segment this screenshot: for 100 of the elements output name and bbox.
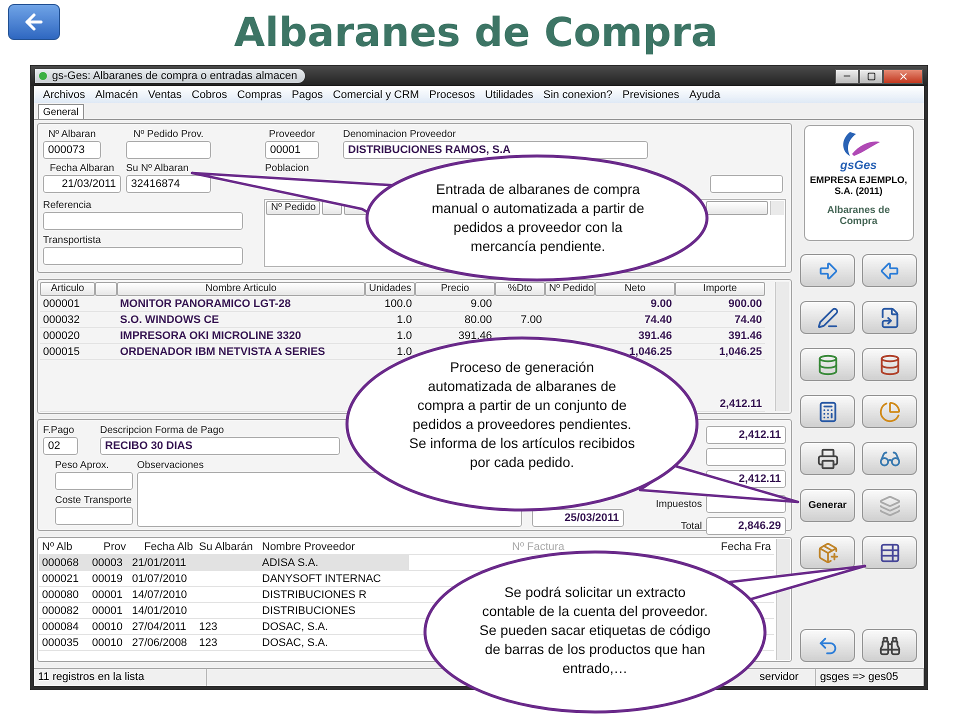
input-field[interactable]: 2,846.29 bbox=[706, 517, 786, 535]
input-field[interactable] bbox=[43, 212, 243, 230]
scrollbar[interactable] bbox=[775, 282, 789, 411]
callout-text: Entrada de albaranes de compra manual o automatizada a partir de pedidos a proveedor con la mercancía pendiente. bbox=[430, 180, 646, 256]
table-row[interactable]: 000001 MONITOR PANORAMICO LGT-28 100.0 9.00 9.00 900.00 bbox=[40, 296, 765, 312]
printer-icon bbox=[816, 448, 838, 470]
table-cell: 00001 bbox=[89, 587, 129, 603]
column-header bbox=[95, 282, 117, 296]
toolbar-button[interactable] bbox=[800, 629, 855, 662]
list-row[interactable]: 000035 00010 27/06/2008 123 DOSAC, S.A. bbox=[39, 635, 409, 651]
column-header: %Dto bbox=[495, 282, 545, 296]
table-cell: 123 bbox=[196, 619, 259, 635]
input-field[interactable]: 21/03/2011 bbox=[43, 175, 121, 193]
input-field[interactable]: DISTRIBUCIONES RAMOS, S.A bbox=[343, 141, 648, 159]
toolbar-button[interactable] bbox=[862, 254, 917, 287]
menu-item[interactable]: Compras bbox=[232, 88, 287, 100]
pen-icon bbox=[816, 306, 838, 328]
menu-item[interactable]: Cobros bbox=[186, 88, 232, 100]
input-field[interactable]: 2,412.11 bbox=[706, 426, 786, 444]
toolbar-button[interactable] bbox=[800, 348, 855, 381]
toolbar-button[interactable] bbox=[800, 442, 855, 475]
table-cell: S.O. WINDOWS CE bbox=[117, 312, 365, 328]
field-label: Transportista bbox=[43, 234, 101, 247]
input-field[interactable]: 25/03/2011 bbox=[532, 509, 624, 527]
menu-item[interactable]: Ayuda bbox=[684, 88, 726, 100]
close-button[interactable] bbox=[883, 68, 923, 84]
database-icon bbox=[816, 354, 838, 376]
column-header bbox=[706, 201, 768, 215]
list-row[interactable]: 000021 00019 01/07/2010 DANYSOFT INTERNAC bbox=[39, 571, 409, 587]
column-header: Nº Pedido bbox=[545, 282, 595, 296]
table-cell: DANYSOFT INTERNAC bbox=[259, 571, 409, 587]
status-text: gsges => ges05 bbox=[816, 669, 924, 686]
input-field[interactable]: 32416874 bbox=[126, 175, 211, 193]
toolbar-button[interactable] bbox=[862, 348, 917, 381]
menu-item[interactable]: Almacén bbox=[90, 88, 143, 100]
toolbar-button[interactable] bbox=[800, 395, 855, 428]
table-cell: 000015 bbox=[40, 344, 95, 360]
table-cell: 00010 bbox=[89, 635, 129, 651]
table-cell: 391.46 bbox=[675, 328, 765, 344]
status-text: servidor bbox=[755, 669, 816, 686]
callout-text: Proceso de generación automatizada de albaranes de compra a partir de un conjunto de pedidos a proveedores pendientes. Se informa de los artículos recibidos por cada pedido. bbox=[408, 358, 636, 472]
toolbar-button[interactable] bbox=[862, 301, 917, 334]
table-cell: 000082 bbox=[39, 603, 89, 619]
table-cell: 21/01/2011 bbox=[129, 555, 196, 571]
arrow-left-icon bbox=[878, 260, 900, 282]
input-field[interactable]: RECIBO 30 DIAS bbox=[100, 437, 340, 455]
table-cell: 14/07/2010 bbox=[129, 587, 196, 603]
menu-item[interactable]: Ventas bbox=[142, 88, 187, 100]
input-field[interactable] bbox=[55, 507, 133, 525]
list-row[interactable]: 000082 00001 14/01/2010 DISTRIBUCIONES bbox=[39, 603, 409, 619]
field-label: Peso Aprox. bbox=[55, 459, 109, 472]
input-field[interactable]: 000073 bbox=[43, 141, 101, 159]
table-cell: IMPRESORA OKI MICROLINE 3320 bbox=[117, 328, 365, 344]
list-row[interactable]: 000084 00010 27/04/2011 123 DOSAC, S.A. bbox=[39, 619, 409, 635]
menu-item[interactable]: Sin conexion? bbox=[538, 88, 618, 100]
input-field[interactable]: 00001 bbox=[265, 141, 319, 159]
module-name: Albaranes de Compra bbox=[826, 205, 891, 227]
input-field[interactable] bbox=[55, 472, 133, 490]
scrollbar[interactable] bbox=[770, 201, 784, 215]
menu-item[interactable]: Utilidades bbox=[480, 88, 538, 100]
list-row[interactable]: 000068 00003 21/01/2011 ADISA S.A. bbox=[39, 555, 409, 571]
minimize-button[interactable] bbox=[835, 68, 859, 84]
toolbar-button[interactable] bbox=[862, 442, 917, 475]
toolbar-button[interactable] bbox=[862, 536, 917, 569]
menu-item[interactable]: Comercial y CRM bbox=[328, 88, 424, 100]
menu-item[interactable]: Archivos bbox=[38, 88, 90, 100]
field-label: F.Pago bbox=[43, 424, 74, 437]
field-label: Su Nº Albaran bbox=[126, 162, 189, 175]
table-row[interactable]: 000032 S.O. WINDOWS CE 1.0 80.00 7.00 74.40 74.40 bbox=[40, 312, 765, 328]
toolbar-button[interactable] bbox=[800, 536, 855, 569]
table-cell: 000020 bbox=[40, 328, 95, 344]
menu-item[interactable]: Procesos bbox=[424, 88, 480, 100]
generate-button[interactable]: Generar bbox=[800, 489, 855, 522]
table-cell: 00003 bbox=[89, 555, 129, 571]
toolbar-button[interactable] bbox=[800, 301, 855, 334]
input-field[interactable] bbox=[126, 141, 211, 159]
field-label: Total bbox=[680, 520, 702, 532]
input-field[interactable] bbox=[710, 175, 783, 193]
input-field[interactable] bbox=[43, 247, 243, 265]
layers-icon bbox=[878, 494, 900, 516]
list-row[interactable]: 000080 00001 14/07/2010 DISTRIBUCIONES R bbox=[39, 587, 409, 603]
tab[interactable]: General bbox=[38, 104, 84, 119]
close-icon bbox=[898, 70, 908, 82]
table-cell: 74.40 bbox=[595, 312, 675, 328]
menu-item[interactable]: Previsiones bbox=[617, 88, 684, 100]
field-label: Proveedor bbox=[268, 128, 316, 141]
input-field[interactable]: 02 bbox=[43, 437, 78, 455]
brand-name: gsGes bbox=[840, 158, 877, 172]
input-field[interactable] bbox=[706, 448, 786, 466]
back-button[interactable] bbox=[8, 4, 60, 40]
table-cell: 900.00 bbox=[675, 296, 765, 312]
table-cell: ADISA S.A. bbox=[259, 555, 409, 571]
toolbar-button[interactable] bbox=[800, 254, 855, 287]
table-cell: 00010 bbox=[89, 619, 129, 635]
menu-item[interactable]: Pagos bbox=[286, 88, 328, 100]
table-cell: 74.40 bbox=[675, 312, 765, 328]
maximize-button[interactable] bbox=[859, 68, 883, 84]
table-cell: 00001 bbox=[89, 603, 129, 619]
toolbar-button[interactable] bbox=[862, 629, 917, 662]
column-header: Nombre Articulo bbox=[117, 282, 365, 296]
